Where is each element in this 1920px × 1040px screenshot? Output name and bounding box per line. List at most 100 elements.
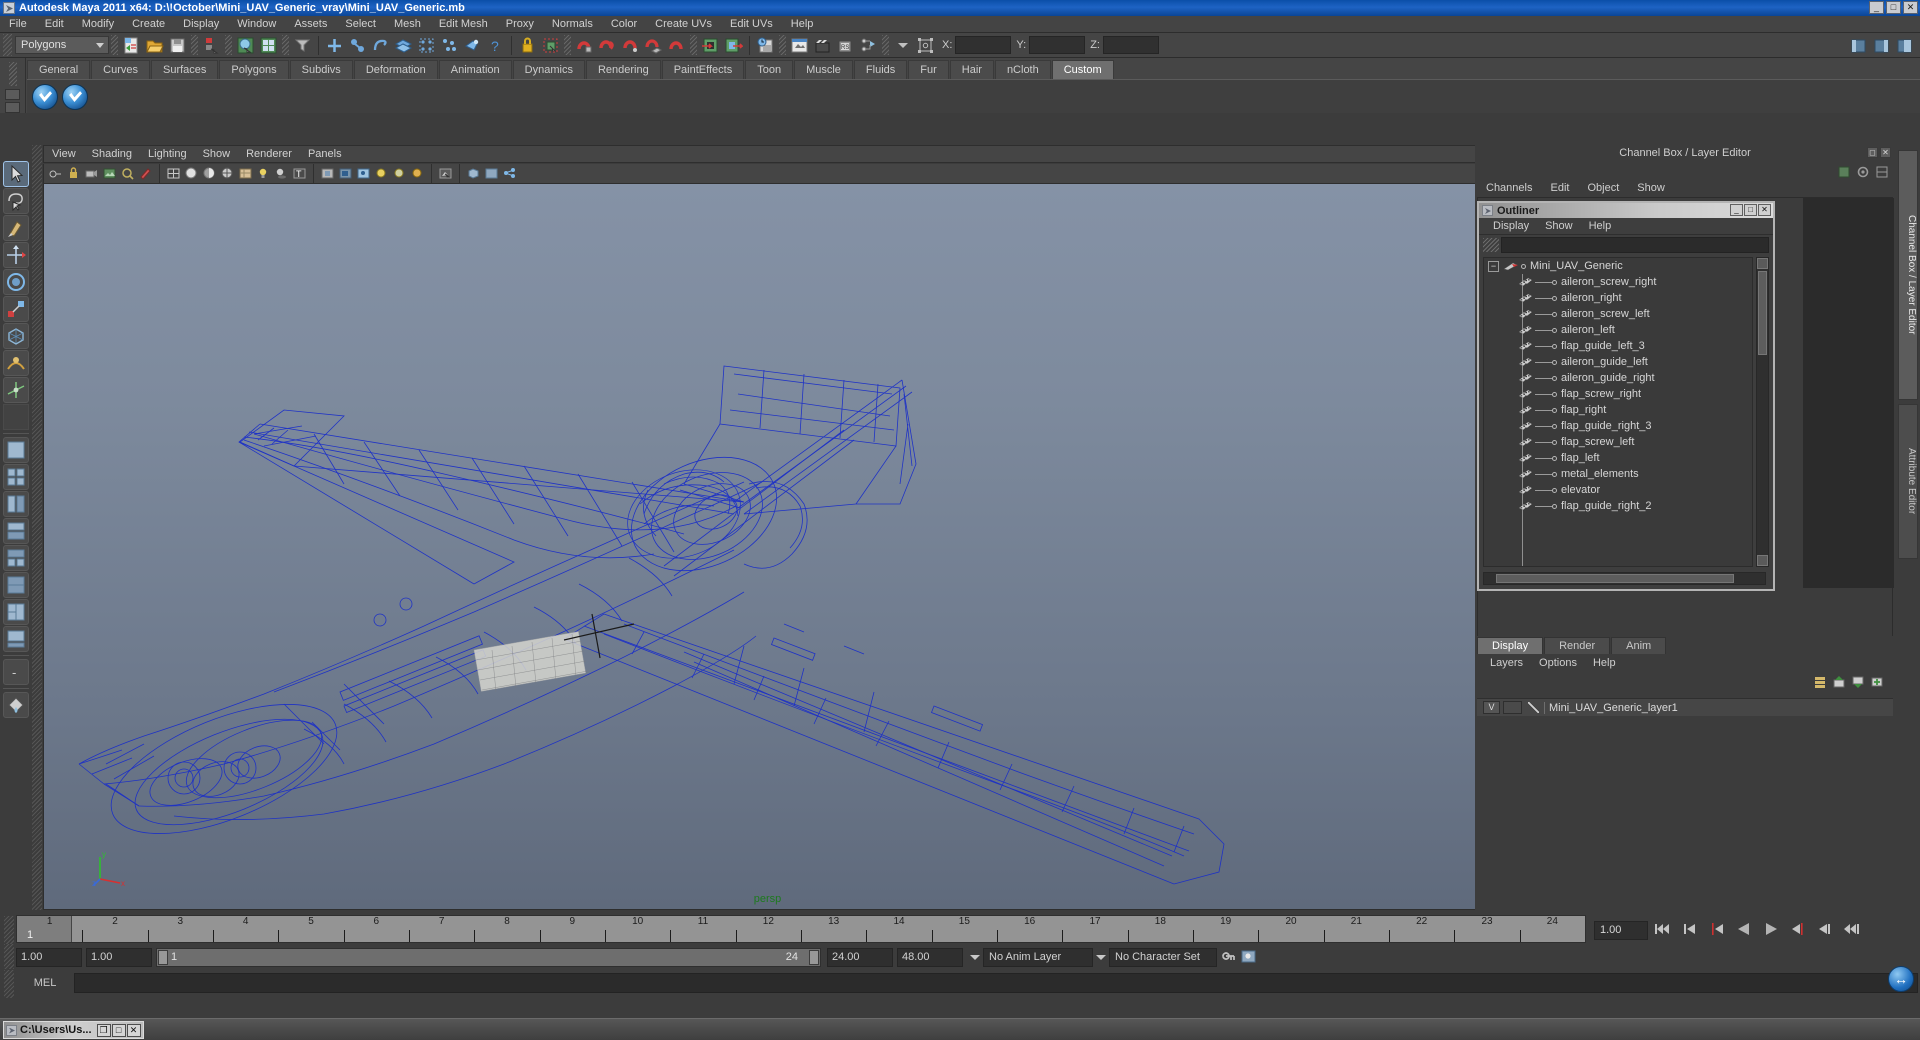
taskbar-item[interactable]: C:\Users\Us... ❐ □ ✕	[3, 1021, 144, 1039]
list-item[interactable]: aileron_right	[1484, 290, 1752, 306]
layer-playback-toggle[interactable]	[1503, 701, 1522, 714]
step-back-frame-icon[interactable]	[1707, 920, 1729, 940]
lock-selection-icon[interactable]	[517, 35, 538, 56]
animation-preferences-icon[interactable]	[1239, 947, 1261, 967]
time-slider[interactable]: 1 1 2 3 4 5 6 7 8 9 10 11 12 13 14 15 16 17 18 19 20 21 22 23 2…	[16, 915, 1586, 943]
soft-modification-tool-icon[interactable]	[3, 350, 29, 376]
select-camera-icon[interactable]	[47, 165, 64, 182]
channelbox-menu-object[interactable]: Object	[1578, 181, 1628, 195]
layout-persp-outliner-icon[interactable]	[3, 491, 29, 517]
viewport-grip[interactable]	[32, 145, 42, 910]
list-item[interactable]: aileron_guide_left	[1484, 354, 1752, 370]
snap-to-points-icon[interactable]	[370, 35, 391, 56]
list-item[interactable]: aileron_screw_left	[1484, 306, 1752, 322]
shadows-icon[interactable]	[273, 165, 290, 182]
wireframe-shading-icon[interactable]	[165, 165, 182, 182]
menu-mesh[interactable]: Mesh	[385, 16, 430, 32]
vtab-attribute-editor[interactable]: Attribute Editor	[1898, 404, 1918, 559]
menu-normals[interactable]: Normals	[543, 16, 602, 32]
transform-box-icon[interactable]	[915, 35, 936, 56]
construction-history-toggle-icon[interactable]	[755, 35, 776, 56]
snap-to-curves-icon[interactable]	[347, 35, 368, 56]
list-item[interactable]: flap_screw_left	[1484, 434, 1752, 450]
menu-assets[interactable]: Assets	[285, 16, 336, 32]
step-back-key-icon[interactable]	[1680, 920, 1702, 940]
viewcube-icon[interactable]	[465, 165, 482, 182]
menu-color[interactable]: Color	[602, 16, 646, 32]
time-slider-grip[interactable]	[4, 916, 14, 944]
magnet-snap-curve-icon[interactable]	[597, 35, 618, 56]
layer-visibility-toggle[interactable]: V	[1483, 701, 1500, 714]
taskbar-maximize-button[interactable]: □	[111, 1023, 126, 1037]
menu-edit-mesh[interactable]: Edit Mesh	[430, 16, 497, 32]
shade-wireframe-icon[interactable]	[219, 165, 236, 182]
layout-persp-uv-icon[interactable]	[3, 572, 29, 598]
use-all-lights-icon[interactable]	[255, 165, 272, 182]
layout-persp-trax-icon[interactable]	[3, 626, 29, 652]
list-item[interactable]: metal_elements	[1484, 466, 1752, 482]
viewport-menu-panels[interactable]: Panels	[300, 146, 350, 163]
channelbox-menu-edit[interactable]: Edit	[1541, 181, 1578, 195]
anim-layer-field[interactable]: No Anim Layer	[983, 947, 1093, 967]
close-button[interactable]: ✕	[1903, 1, 1918, 14]
channelbox-menu-show[interactable]: Show	[1628, 181, 1674, 195]
paint-selection-tool-icon[interactable]	[3, 215, 29, 241]
outliner-menu-display[interactable]: Display	[1485, 220, 1537, 232]
panel-zoom-icon[interactable]	[483, 165, 500, 182]
command-input[interactable]	[74, 973, 1918, 993]
construction-history-icon[interactable]	[462, 35, 483, 56]
outliner-minimize-button[interactable]: _	[1730, 204, 1743, 216]
viewport-menu-show[interactable]: Show	[195, 146, 239, 163]
render-sequence-icon[interactable]	[812, 35, 833, 56]
save-scene-icon[interactable]	[167, 35, 188, 56]
y-coord-field[interactable]	[1029, 36, 1086, 54]
character-set-dropdown-icon[interactable]	[1093, 948, 1109, 966]
go-to-end-icon[interactable]	[1842, 920, 1864, 940]
chevron-down-icon[interactable]	[892, 35, 913, 56]
shelf-tab-surfaces[interactable]: Surfaces	[150, 60, 219, 79]
tab-anim[interactable]: Anim	[1611, 637, 1667, 654]
hardware-texturing-icon[interactable]	[237, 165, 254, 182]
render-view-icon[interactable]	[789, 35, 810, 56]
auto-keyframe-icon[interactable]	[1217, 947, 1239, 967]
teamviewer-overlay-icon[interactable]	[1888, 966, 1914, 992]
viewport-menu-renderer[interactable]: Renderer	[238, 146, 300, 163]
menu-modify[interactable]: Modify	[73, 16, 123, 32]
show-hide-attribute-editor-icon[interactable]	[1871, 35, 1892, 56]
component-filter-icon[interactable]	[292, 35, 313, 56]
list-item[interactable]: flap_left	[1484, 450, 1752, 466]
range-start-field[interactable]: 1.00	[16, 947, 82, 967]
menu-create[interactable]: Create	[123, 16, 174, 32]
outliner-tree[interactable]: − Mini_UAV_Generic aileron_screw_right a…	[1483, 257, 1753, 567]
check-shelf-icon[interactable]	[32, 83, 58, 110]
command-line-grip[interactable]	[4, 969, 14, 998]
anim-end-field[interactable]: 48.00	[897, 947, 963, 967]
shelf-tab-subdivs[interactable]: Subdivs	[289, 60, 353, 79]
layer-row[interactable]: V Mini_UAV_Generic_layer1	[1477, 699, 1893, 716]
layers-menu-options[interactable]: Options	[1531, 657, 1585, 669]
anim-layer-dropdown-icon[interactable]	[967, 948, 983, 966]
two-d-pan-zoom-icon[interactable]	[119, 165, 136, 182]
hscrollbar-thumb[interactable]	[1496, 574, 1734, 583]
list-item[interactable]: aileron_left	[1484, 322, 1752, 338]
magnet-snap-point-icon[interactable]	[620, 35, 641, 56]
list-item[interactable]: flap_guide_right_2	[1484, 498, 1752, 514]
open-scene-icon[interactable]	[144, 35, 165, 56]
show-hide-sidebar-icon[interactable]	[1848, 35, 1869, 56]
shelf-tab-custom[interactable]: Custom	[1051, 60, 1114, 79]
scroll-down-arrow-icon[interactable]	[1757, 555, 1768, 566]
grease-pencil-icon[interactable]	[137, 165, 154, 182]
image-plane-icon[interactable]	[101, 165, 118, 182]
range-end-field[interactable]: 1.00	[86, 947, 152, 967]
layer-move-down-icon[interactable]	[1851, 675, 1866, 689]
perspective-viewport[interactable]: y x z persp	[43, 183, 1492, 910]
shelf-grip[interactable]	[8, 62, 17, 86]
list-item[interactable]: flap_guide_left_3	[1484, 338, 1752, 354]
smooth-shade-selected-icon[interactable]	[201, 165, 218, 182]
list-item[interactable]: aileron_guide_right	[1484, 370, 1752, 386]
output-connections-icon[interactable]	[723, 35, 744, 56]
check-shelf-icon-2[interactable]	[62, 83, 88, 110]
shelf-tab-fur[interactable]: Fur	[908, 60, 949, 79]
gamma-icon[interactable]	[391, 165, 408, 182]
smooth-shade-all-icon[interactable]	[183, 165, 200, 182]
